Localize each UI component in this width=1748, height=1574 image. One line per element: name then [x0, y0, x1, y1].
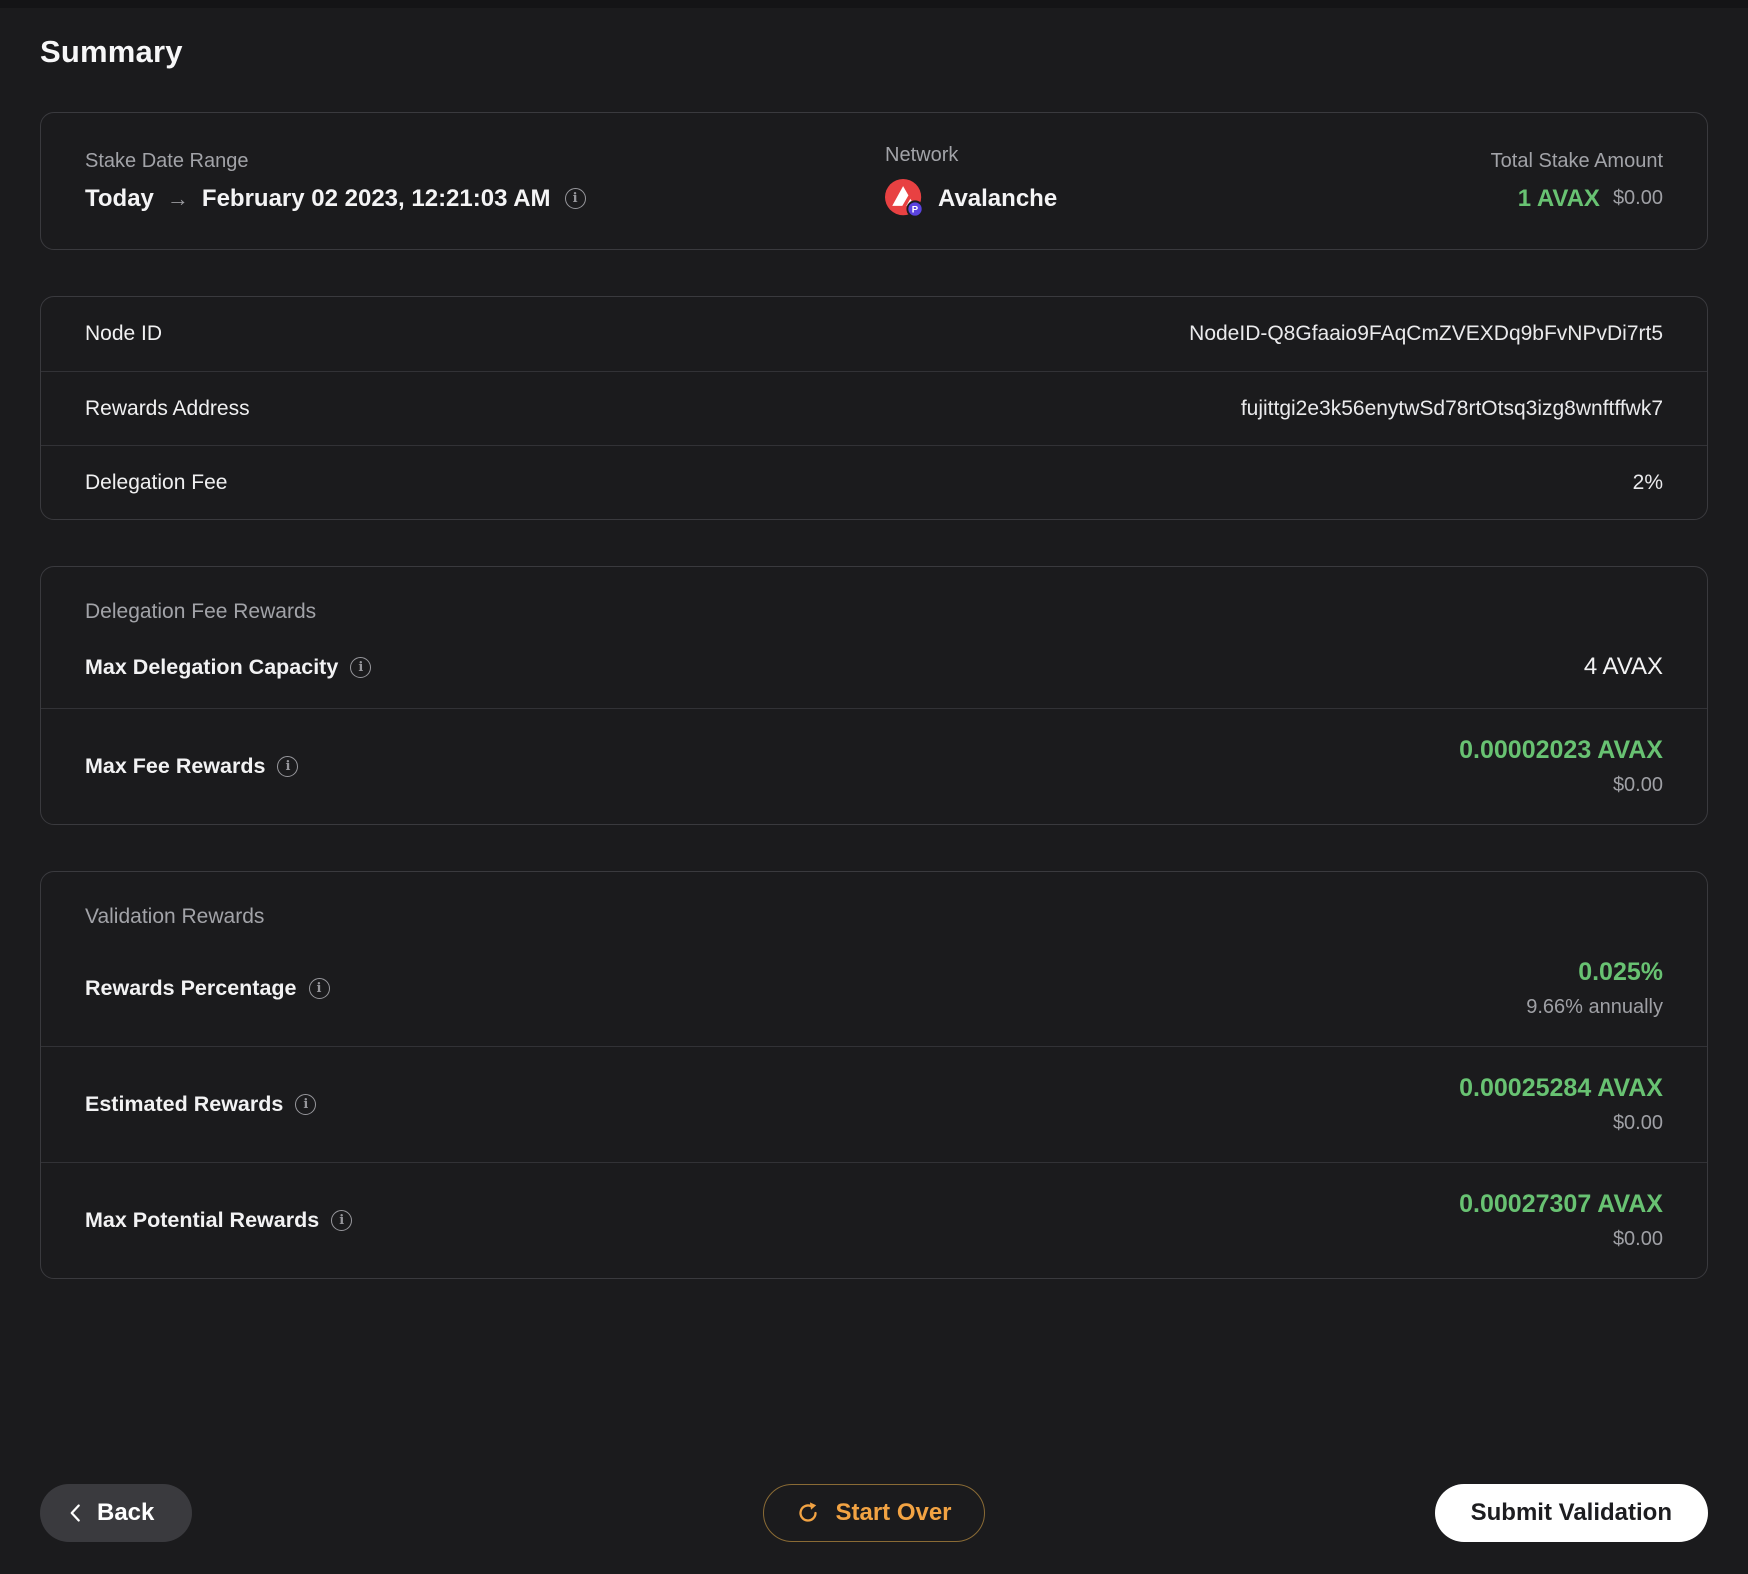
row-estimated-rewards: Estimated Rewards i 0.00025284 AVAX $0.0… [41, 1046, 1707, 1162]
network-name: Avalanche [938, 184, 1058, 212]
max-fee-rewards-label: Max Fee Rewards [85, 754, 266, 778]
estimated-rewards-usd: $0.00 [1612, 1112, 1663, 1134]
back-button-label: Back [97, 1499, 155, 1526]
start-over-button-label: Start Over [835, 1499, 952, 1526]
summary-page: Summary Stake Date Range Today → Februar… [0, 0, 1748, 1574]
submit-validation-label: Submit Validation [1470, 1499, 1672, 1526]
node-details-card: Node ID NodeID-Q8Gfaaio9FAqCmZVEXDq9bFvN… [40, 296, 1708, 520]
top-strip [0, 0, 1748, 8]
submit-validation-button[interactable]: Submit Validation [1434, 1484, 1708, 1542]
row-max-delegation-capacity: Max Delegation Capacity i 4 AVAX [41, 626, 1707, 708]
total-stake-section: Total Stake Amount 1 AVAX $0.00 [1491, 150, 1663, 213]
row-max-potential-rewards: Max Potential Rewards i 0.00027307 AVAX … [41, 1162, 1707, 1278]
node-id-label: Node ID [85, 322, 163, 345]
stake-date-info-icon[interactable]: i [564, 188, 586, 209]
rewards-percentage-label: Rewards Percentage [85, 976, 297, 1000]
row-max-fee-rewards: Max Fee Rewards i 0.00002023 AVAX $0.00 [41, 708, 1707, 824]
chevron-left-icon [70, 1504, 80, 1522]
refresh-icon [799, 1502, 818, 1522]
rewards-percentage-info-icon[interactable]: i [308, 978, 330, 999]
stake-overview-card: Stake Date Range Today → February 02 202… [40, 112, 1708, 250]
max-fee-rewards-info-icon[interactable]: i [277, 756, 299, 777]
rewards-percentage-value: 0.025% [1578, 958, 1663, 986]
estimated-rewards-label: Estimated Rewards [85, 1092, 284, 1116]
page-title: Summary [40, 34, 183, 69]
table-row-node-id: Node ID NodeID-Q8Gfaaio9FAqCmZVEXDq9bFvN… [41, 297, 1707, 371]
delegation-fee-label: Delegation Fee [85, 470, 228, 494]
stake-date-to: February 02 2023, 12:21:03 AM [201, 184, 551, 212]
rewards-address-label: Rewards Address [85, 396, 250, 420]
max-delegation-capacity-label: Max Delegation Capacity [85, 654, 339, 679]
avalanche-network-icon: P [885, 178, 924, 218]
max-potential-rewards-label: Max Potential Rewards [85, 1208, 320, 1232]
start-over-button[interactable]: Start Over [763, 1484, 985, 1542]
network-label: Network [885, 143, 959, 166]
p-chain-badge: P [912, 204, 919, 215]
total-stake-usd: $0.00 [1612, 187, 1663, 209]
max-delegation-capacity-info-icon[interactable]: i [350, 656, 372, 678]
arrow-right-icon: → [166, 185, 189, 211]
node-id-value: NodeID-Q8Gfaaio9FAqCmZVEXDq9bFvNPvDi7rt5 [1189, 322, 1663, 345]
network-section: Network P Avalanche [885, 144, 1057, 219]
validation-rewards-title: Validation Rewards [85, 905, 265, 928]
footer-actions: Back Start Over Submit Validation [40, 1484, 1708, 1542]
stake-date-range: Stake Date Range Today → February 02 202… [85, 150, 885, 213]
max-potential-rewards-info-icon[interactable]: i [331, 1210, 353, 1231]
max-delegation-capacity-value: 4 AVAX [1583, 653, 1663, 680]
estimated-rewards-value: 0.00025284 AVAX [1459, 1074, 1663, 1102]
rewards-percentage-annual: 9.66% annually [1526, 996, 1663, 1018]
back-button[interactable]: Back [40, 1484, 193, 1542]
table-row-rewards-address: Rewards Address fujittgi2e3k56enytwSd78r… [41, 371, 1707, 445]
max-fee-rewards-value: 0.00002023 AVAX [1459, 736, 1663, 764]
max-potential-rewards-value: 0.00027307 AVAX [1459, 1190, 1663, 1218]
max-potential-rewards-usd: $0.00 [1612, 1228, 1663, 1250]
max-fee-rewards-usd: $0.00 [1612, 774, 1663, 796]
delegation-fee-value: 2% [1632, 470, 1663, 494]
stake-date-range-label: Stake Date Range [85, 149, 249, 172]
table-row-delegation-fee: Delegation Fee 2% [41, 445, 1707, 519]
estimated-rewards-info-icon[interactable]: i [295, 1094, 317, 1115]
row-rewards-percentage: Rewards Percentage i 0.025% 9.66% annual… [41, 931, 1707, 1046]
stake-date-from: Today [85, 184, 154, 212]
delegation-fee-rewards-card: Delegation Fee Rewards Max Delegation Ca… [40, 566, 1708, 825]
validation-rewards-card: Validation Rewards Rewards Percentage i … [40, 871, 1708, 1279]
total-stake-amount: 1 AVAX [1517, 184, 1600, 212]
total-stake-label: Total Stake Amount [1490, 149, 1663, 172]
rewards-address-value: fujittgi2e3k56enytwSd78rtOtsq3izg8wnftff… [1240, 396, 1663, 420]
delegation-fee-rewards-title: Delegation Fee Rewards [85, 600, 317, 623]
